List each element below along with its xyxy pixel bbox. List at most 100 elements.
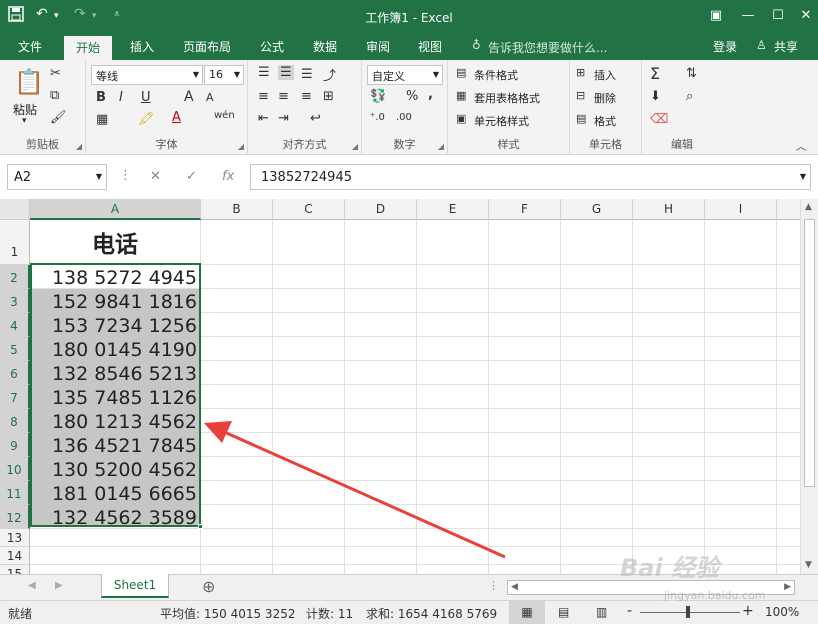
tab-file[interactable]: 文件 [18,38,42,55]
phonetic-guide-button[interactable]: wén [214,110,235,121]
tab-insert[interactable]: 插入 [130,38,154,55]
align-middle-icon[interactable]: ☰ [278,65,294,80]
cancel-icon[interactable]: ✕ [150,169,161,184]
fill-icon[interactable]: ⬇ [650,89,661,104]
zoom-level[interactable]: 100% [765,605,799,619]
number-format-select[interactable]: 自定义 ▼ [367,65,443,85]
alignment-launcher-icon[interactable]: ◢ [352,142,358,151]
clipboard-launcher-icon[interactable]: ◢ [76,142,82,151]
align-left-icon[interactable]: ≡ [258,89,269,104]
drag-handle-icon[interactable]: ⋮ [119,168,132,183]
comma-style-button[interactable]: , [428,87,433,102]
format-as-table-button[interactable]: 套用表格格式 [474,90,540,106]
page-layout-view-icon[interactable]: ▤ [558,605,569,619]
scroll-up-icon[interactable]: ▲ [805,202,812,212]
border-icon[interactable]: ▦ [96,112,108,127]
expand-formula-icon[interactable]: ▼ [800,172,806,181]
cell-styles-button[interactable]: 单元格样式 [474,113,529,129]
align-right-icon[interactable]: ≡ [301,89,312,104]
delete-cells-button[interactable]: 删除 [594,90,616,106]
editing-group: Σ ⇅ ⬇ ⌕ ⌫ 编辑 [642,60,722,155]
prev-sheet-icon[interactable]: ◀ [28,580,36,591]
sheet-tab-sheet1[interactable]: Sheet1 [101,574,169,598]
percent-style-button[interactable]: % [406,89,418,104]
tab-formulas[interactable]: 公式 [260,38,284,55]
alignment-label: 对齐方式 [282,138,327,151]
split-handle-icon[interactable]: ⋮ [488,579,499,592]
font-launcher-icon[interactable]: ◢ [238,142,244,151]
tab-data[interactable]: 数据 [313,38,337,55]
align-center-icon[interactable]: ≡ [278,89,289,104]
format-as-table-icon: ▦ [456,89,467,102]
paste-dropdown-icon[interactable]: ▾ [22,116,27,126]
zoom-out-button[interactable]: - [627,603,632,619]
scroll-down-icon[interactable]: ▼ [805,560,812,570]
enter-icon[interactable]: ✓ [186,169,197,184]
merge-center-icon[interactable]: ⊞ [323,89,334,104]
tab-view[interactable]: 视图 [418,38,442,55]
normal-view-icon[interactable]: ▦ [509,601,545,624]
window-title: 工作簿1 - Excel [365,11,453,25]
paste-icon[interactable]: 📋 [14,68,44,96]
zoom-slider[interactable] [640,612,740,613]
tab-review[interactable]: 审阅 [366,38,390,55]
grow-font-button[interactable]: A [184,89,194,105]
clipboard-label: 剪贴板 [26,138,59,151]
tab-page-layout[interactable]: 页面布局 [183,38,231,55]
ribbon: 📋 粘贴 ▾ ✂ ⧉ 🖌 剪贴板 ◢ 等线 ▼ 16 ▼ B I U A A ▦… [0,60,818,155]
vertical-scroll-thumb[interactable] [804,219,815,487]
cut-icon[interactable]: ✂ [50,66,61,81]
format-cells-button[interactable]: 格式 [594,113,616,129]
add-sheet-icon[interactable]: ⊕ [202,577,215,596]
tell-me-search[interactable]: 告诉我您想要做什么... [488,39,607,56]
alignment-group: ☰ ☰ ☰ ⤴ ≡ ≡ ≡ ⊞ ⇤ ⇥ ↩ 对齐方式 ◢ [248,60,362,155]
scroll-right-icon[interactable]: ▶ [784,582,791,592]
copy-icon[interactable]: ⧉ [50,88,59,103]
conditional-format-button[interactable]: 条件格式 [474,67,518,83]
clear-icon[interactable]: ⌫ [650,112,668,127]
zoom-in-button[interactable]: + [742,603,754,619]
worksheet-grid[interactable]: A B C D E F G H I 1 2 3 4 5 6 7 8 9 10 1… [0,199,800,574]
decrease-indent-icon[interactable]: ⇤ [258,111,269,126]
font-color-icon[interactable]: A [172,110,181,125]
minimize-button[interactable]: — [736,4,760,28]
tab-home[interactable]: 开始 [64,36,113,60]
bold-button[interactable]: B [96,90,106,105]
person-icon: ♙ [756,38,767,52]
close-button[interactable]: ✕ [794,4,818,28]
next-sheet-icon[interactable]: ▶ [55,580,63,591]
font-name-select[interactable]: 等线 ▼ [91,65,203,85]
delete-cells-icon: ⊟ [576,89,586,102]
autosum-icon[interactable]: Σ [650,64,660,83]
collapse-ribbon-icon[interactable]: ︿ [796,138,806,153]
font-size-select[interactable]: 16 ▼ [204,65,244,85]
align-top-icon[interactable]: ☰ [258,65,270,80]
maximize-button[interactable]: ☐ [766,4,790,28]
fill-color-icon[interactable]: 🖍 [138,112,155,127]
italic-button[interactable]: I [119,90,123,105]
insert-cells-button[interactable]: 插入 [594,67,616,83]
name-box[interactable]: A2 ▼ [7,164,107,190]
insert-function-button[interactable]: fx [222,169,234,184]
underline-button[interactable]: U [141,90,151,105]
format-painter-icon[interactable]: 🖌 [50,110,67,125]
vertical-scrollbar[interactable]: ▲ ▼ [800,199,818,574]
number-launcher-icon[interactable]: ◢ [438,142,444,151]
accounting-format-icon[interactable]: 💱 [370,89,386,104]
wrap-text-icon[interactable]: ↩ [310,111,321,126]
sort-filter-icon[interactable]: ⇅ [686,66,697,81]
shrink-font-button[interactable]: A [206,91,214,104]
align-bottom-icon[interactable]: ☰ [301,67,313,82]
page-break-view-icon[interactable]: ▥ [596,605,607,619]
increase-indent-icon[interactable]: ⇥ [278,111,289,126]
orientation-icon[interactable]: ⤴ [323,65,336,84]
login-link[interactable]: 登录 [713,38,737,55]
share-button[interactable]: 共享 [774,38,798,55]
scroll-left-icon[interactable]: ◀ [511,582,518,592]
find-select-icon[interactable]: ⌕ [686,89,693,104]
increase-decimal-icon[interactable]: ⁺.0 [370,112,385,123]
zoom-slider-thumb[interactable] [686,606,690,618]
ribbon-display-icon[interactable]: ▣ [704,4,728,28]
formula-input[interactable]: 13852724945 ▼ [250,164,811,190]
decrease-decimal-icon[interactable]: .00 [396,112,412,123]
